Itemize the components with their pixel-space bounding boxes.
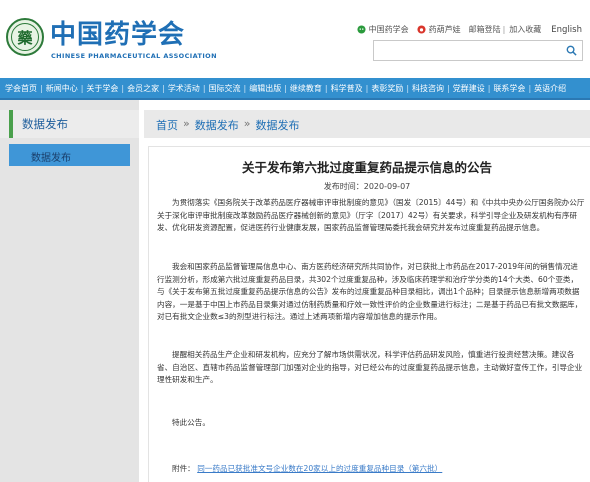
attachment: 附件： 同一药品已获批准文号企业数在20家以上的过度重复品种目录（第六批） [172, 463, 442, 474]
search-button[interactable] [560, 41, 582, 60]
nav-separator: | [202, 83, 206, 93]
breadcrumb-data-release[interactable]: 数据发布 [195, 117, 239, 133]
nav-item-academic[interactable]: 学术活动 [168, 83, 200, 94]
search-input[interactable] [374, 43, 558, 63]
nav-separator: | [365, 83, 369, 93]
weibo-icon [417, 25, 426, 34]
breadcrumb-arrow: » [243, 117, 251, 130]
article-date-label: 发布时间： [323, 182, 364, 191]
nav-item-science[interactable]: 科学普及 [331, 83, 363, 94]
top-link-cpa-label: 中国药学会 [368, 25, 409, 34]
top-link-voice[interactable]: 药葫芦娃 [417, 24, 461, 35]
nav-item-party[interactable]: 党群建设 [453, 83, 485, 94]
search-icon [566, 45, 577, 56]
nav-item-international[interactable]: 国际交流 [209, 83, 241, 94]
article-paragraph: 提醒相关药品生产企业和研发机构，应充分了解市场供需状况，科学评估药品研发风险，慎… [157, 350, 583, 385]
sidebar-title-label: 数据发布 [22, 117, 68, 131]
breadcrumb-bar: 首页 » 数据发布 » 数据发布 [144, 110, 590, 138]
breadcrumb-arrow: » [183, 117, 190, 130]
nav-item-education[interactable]: 继续教育 [290, 83, 322, 94]
logo-title[interactable]: 中国药学会 [50, 20, 185, 50]
top-links: 中国药学会 药葫芦娃 邮箱登陆 | 加入收藏 English [349, 24, 582, 35]
sidebar-item-data-release[interactable]: 数据发布 [9, 144, 130, 166]
nav-item-contact[interactable]: 联系学会 [493, 83, 525, 94]
article-date: 发布时间：2020-09-07 [149, 181, 585, 192]
nav-separator: | [80, 83, 84, 93]
nav-item-members[interactable]: 会员之家 [127, 83, 159, 94]
sidebar-item-label: 数据发布 [31, 153, 71, 164]
nav-separator: | [406, 83, 410, 93]
top-link-email[interactable]: 邮箱登陆 [469, 24, 501, 35]
nav-separator: | [121, 83, 125, 93]
nav-item-consulting[interactable]: 科技咨询 [412, 83, 444, 94]
wechat-icon [357, 25, 366, 34]
attachment-link[interactable]: 同一药品已获批准文号企业数在20家以上的过度重复品种目录（第六批） [197, 464, 442, 473]
top-link-english-label: English [551, 24, 582, 35]
nav-item-english-intro[interactable]: 英语介绍 [534, 83, 566, 94]
top-link-cpa[interactable]: 中国药学会 [357, 24, 409, 35]
sidebar: 数据发布 数据发布 [0, 100, 139, 482]
nav-item-news[interactable]: 新闻中心 [46, 83, 78, 94]
article-paragraph: 为贯彻落实《国务院关于改革药品医疗器械审评审批制度的意见》（国发〔2015〕44… [157, 198, 585, 233]
attachment-label: 附件： [172, 464, 195, 473]
top-link-english[interactable]: English [551, 25, 582, 35]
nav-item-awards[interactable]: 表彰奖励 [371, 83, 403, 94]
nav-item-publishing[interactable]: 编辑出版 [249, 83, 281, 94]
breadcrumb-home[interactable]: 首页 [156, 117, 178, 133]
article-paragraph: 我会和国家药品监督管理局信息中心、南方医药经济研究所共同协作，对已获批上市药品在… [157, 262, 583, 322]
logo-subtitle: CHINESE PHARMACEUTICAL ASSOCIATION [51, 52, 217, 60]
breadcrumb-current[interactable]: 数据发布 [255, 117, 299, 133]
top-link-favorite-label: 加入收藏 [509, 25, 542, 34]
nav-item-home[interactable]: 学会首页 [5, 83, 37, 94]
nav-separator: | [162, 83, 165, 93]
article: 关于发布第六批过度重复药品提示信息的公告 发布时间：2020-09-07 为贯彻… [148, 146, 590, 482]
breadcrumb: 首页 » 数据发布 » 数据发布 [156, 117, 299, 133]
sidebar-title: 数据发布 [0, 110, 139, 138]
article-title: 关于发布第六批过度重复药品提示信息的公告 [241, 160, 492, 175]
top-link-favorite[interactable]: 加入收藏 [509, 24, 541, 35]
nav-separator: | [284, 83, 287, 93]
article-closing: 特此公告。 [172, 418, 210, 427]
sidebar-title-stripe [9, 110, 13, 138]
top-link-email-label: 邮箱登陆 [468, 25, 501, 34]
nav-item-about[interactable]: 关于学会 [86, 83, 118, 94]
logo-glyph: 藥 [11, 23, 39, 51]
nav-separator: | [528, 83, 532, 93]
main-nav: 学会首页 | 新闻中心 | 关于学会 | 会员之家 | 学术活动 | 国际交流 … [0, 78, 590, 100]
nav-separator: | [487, 83, 491, 93]
nav-separator: | [243, 83, 247, 93]
top-link-separator: | [502, 25, 506, 34]
search-box [373, 40, 583, 63]
nav-separator: | [447, 83, 450, 93]
site-header: 藥 中国药学会 CHINESE PHARMACEUTICAL ASSOCIATI… [0, 0, 590, 78]
logo-icon[interactable]: 藥 [6, 18, 44, 56]
nav-separator: | [324, 83, 328, 93]
article-date-value: 2020-09-07 [363, 182, 411, 191]
top-link-voice-label: 药葫芦娃 [428, 25, 461, 34]
nav-separator: | [40, 83, 43, 93]
